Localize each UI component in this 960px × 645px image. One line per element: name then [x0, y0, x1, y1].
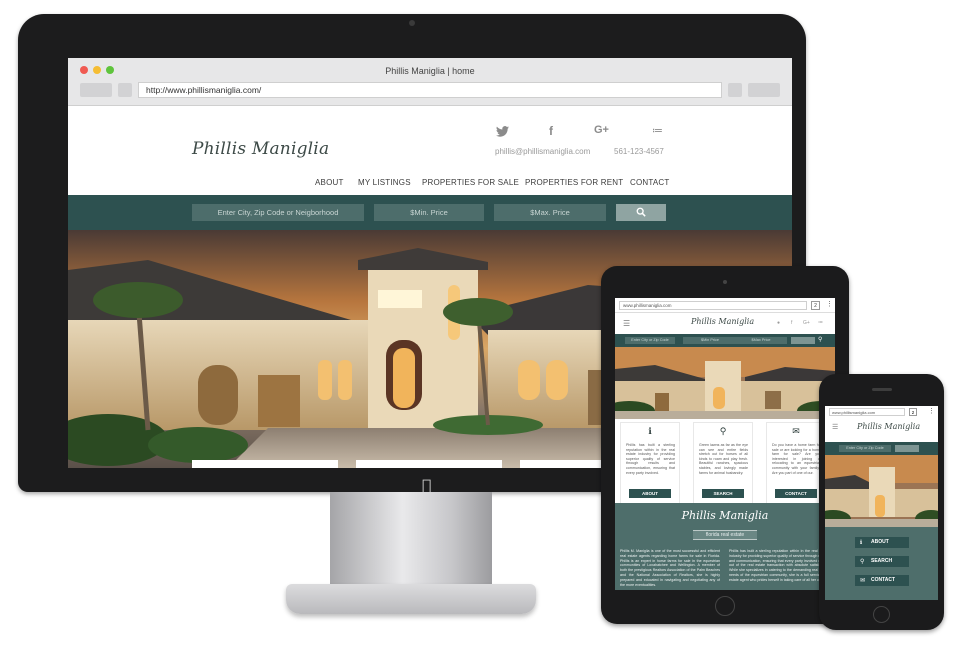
tablet-search-bar: Enter City or Zip Code $Min Price $Max P… — [615, 334, 835, 347]
feature-card-tab — [356, 460, 502, 468]
about-button[interactable]: ABOUT — [629, 489, 671, 498]
google-plus-icon[interactable]: G+ — [803, 320, 810, 326]
back-button[interactable] — [80, 83, 112, 97]
contact-phone[interactable]: 561-123-4567 — [614, 147, 664, 156]
phone-address-bar[interactable]: www.phillismaniglia.com — [829, 408, 905, 416]
zillow-icon[interactable]: ≔ — [818, 320, 823, 326]
about-logo: Phillis Maniglia — [681, 509, 769, 522]
hamburger-menu-icon[interactable]: ☰ — [623, 319, 630, 328]
window-title: Phillis Maniglia | home — [385, 66, 475, 76]
phone-search-bar: Enter City or Zip Code — [825, 442, 938, 455]
phone-about-button[interactable]: ℹ ABOUT — [855, 537, 909, 548]
search-button[interactable] — [616, 204, 666, 221]
feature-card-text: Green lawns as far as the eye can see an… — [699, 443, 748, 475]
location-search-input[interactable]: Enter City, Zip Code or Neigborhood — [192, 204, 364, 221]
feature-card-about: ℹ Phillis has built a sterling reputatio… — [620, 422, 680, 504]
nav-my-listings[interactable]: MY LISTINGS — [358, 178, 411, 187]
phone-search-button[interactable]: ⚲ SEARCH — [855, 556, 909, 567]
nav-contact[interactable]: CONTACT — [630, 178, 669, 187]
share-button[interactable] — [728, 83, 742, 97]
browser-chrome: Phillis Maniglia | home http://www.phill… — [68, 58, 792, 106]
phone-location-input[interactable]: Enter City or Zip Code — [839, 445, 891, 452]
facebook-icon[interactable]: f — [791, 320, 792, 326]
phone-hero-image — [825, 455, 938, 527]
more-options-icon[interactable]: ⋮ — [826, 300, 833, 308]
device-mockup:  Phillis Maniglia | home http://www.phi… — [0, 0, 960, 645]
info-icon: ℹ — [648, 427, 652, 437]
google-plus-icon[interactable]: G+ — [594, 124, 609, 136]
search-bar: Enter City, Zip Code or Neigborhood $Min… — [68, 195, 792, 230]
phone-site-logo[interactable]: Phillis Maniglia — [857, 422, 920, 431]
feature-card-search: ⚲ Green lawns as far as the eye can see … — [693, 422, 753, 504]
contact-button[interactable]: CONTACT — [775, 489, 817, 498]
nav-about[interactable]: ABOUT — [315, 178, 344, 187]
search-icon[interactable]: ⚲ — [818, 336, 822, 343]
monitor-stand-neck — [330, 492, 492, 592]
site-logo[interactable]: Phillis Maniglia — [192, 139, 329, 159]
twitter-icon[interactable] — [496, 126, 509, 140]
hamburger-menu-icon[interactable]: ☰ — [832, 423, 838, 431]
twitter-icon[interactable]: ● — [777, 320, 780, 326]
tablet-screen: www.phillismaniglia.com 2 ⋮ ☰ Phillis Ma… — [615, 298, 835, 590]
feature-card-contact: ✉ Do you have a home farm for sale or ar… — [766, 422, 826, 504]
envelope-icon: ✉ — [792, 427, 800, 437]
phone-search-field[interactable] — [895, 445, 919, 452]
forward-button[interactable] — [118, 83, 132, 97]
search-button[interactable]: SEARCH — [702, 489, 744, 498]
search-icon: ⚲ — [719, 427, 727, 437]
tablet-about-section: Phillis Maniglia florida real estate Phi… — [615, 503, 835, 590]
nav-properties-for-sale[interactable]: PROPERTIES FOR SALE — [422, 178, 519, 187]
phone-buttons-section: ℹ ABOUT ⚲ SEARCH ✉ CONTACT — [825, 527, 938, 600]
contact-label: CONTACT — [871, 577, 896, 583]
feature-card-text: Phillis has built a sterling reputation … — [626, 443, 675, 475]
tablet-min-price-input[interactable]: $Min Price — [683, 337, 737, 344]
max-price-input[interactable]: $Max. Price — [494, 204, 606, 221]
nav-properties-for-rent[interactable]: PROPERTIES FOR RENT — [525, 178, 623, 187]
divider — [615, 312, 835, 313]
feature-card-tab — [192, 460, 338, 468]
tabs-button[interactable] — [748, 83, 780, 97]
tablet-feature-cards: ℹ Phillis has built a sterling reputatio… — [615, 419, 835, 504]
contact-email[interactable]: phillis@phillismaniglia.com — [495, 147, 590, 156]
tablet-max-price-input[interactable]: $Max Price — [735, 337, 787, 344]
phone-home-button[interactable] — [873, 606, 890, 623]
phone-speaker — [872, 388, 892, 391]
tablet-tabs-button[interactable]: 2 — [811, 301, 820, 310]
camera — [409, 20, 415, 26]
phone-screen: www.phillismaniglia.com 2 ⋮ ☰ Phillis Ma… — [825, 406, 938, 600]
more-options-icon[interactable]: ⋮ — [928, 407, 935, 415]
tablet-location-input[interactable]: Enter City or Zip Code — [625, 337, 675, 344]
about-paragraph-left: Phillis M. Maniglia is one of the most s… — [620, 549, 720, 587]
search-label: SEARCH — [871, 558, 893, 564]
about-label: ABOUT — [871, 539, 889, 545]
tablet-camera — [723, 280, 727, 284]
search-icon: ⚲ — [860, 558, 865, 565]
tablet-search-field[interactable] — [791, 337, 815, 344]
info-icon: ℹ — [860, 539, 863, 546]
search-icon — [636, 207, 646, 217]
feature-card-text: Do you have a home farm for sale or are … — [772, 443, 821, 475]
facebook-icon[interactable]: f — [549, 124, 553, 138]
phone-tabs-button[interactable]: 2 — [909, 408, 917, 416]
tablet-device: www.phillismaniglia.com 2 ⋮ ☰ Phillis Ma… — [601, 266, 849, 624]
tablet-hero-image — [615, 347, 835, 419]
phone-device: www.phillismaniglia.com 2 ⋮ ☰ Phillis Ma… — [819, 374, 944, 630]
phone-contact-button[interactable]: ✉ CONTACT — [855, 575, 909, 586]
address-bar[interactable]: http://www.phillismaniglia.com/ — [138, 82, 722, 98]
tablet-address-bar[interactable]: www.phillismaniglia.com — [619, 301, 807, 310]
about-subtitle: florida real estate — [693, 530, 757, 540]
zillow-icon[interactable]: ≔ — [652, 124, 663, 137]
envelope-icon: ✉ — [860, 577, 866, 584]
tablet-site-logo[interactable]: Phillis Maniglia — [691, 317, 754, 326]
about-paragraph-right: Phillis has built a sterling reputation … — [729, 549, 829, 582]
tablet-home-button[interactable] — [715, 596, 735, 616]
min-price-input[interactable]: $Min. Price — [374, 204, 484, 221]
monitor-stand-foot — [286, 584, 536, 614]
